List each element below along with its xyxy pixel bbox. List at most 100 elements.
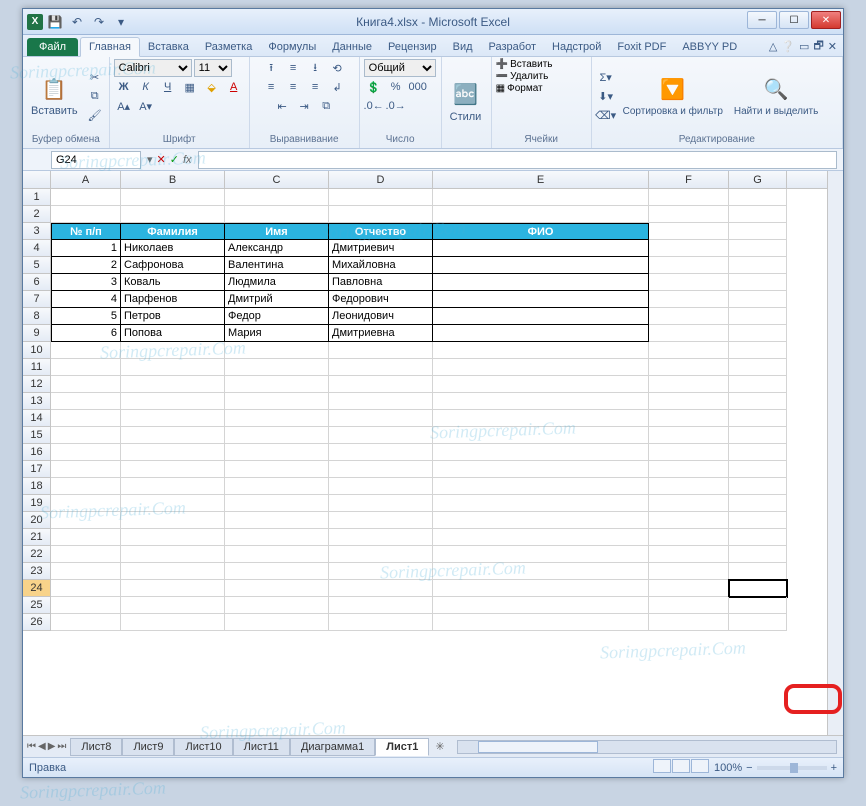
cell-F3[interactable] (649, 223, 729, 240)
ribbon-tab-вставка[interactable]: Вставка (140, 38, 197, 56)
cell-G19[interactable] (729, 495, 787, 512)
cell-C8[interactable]: Федор (225, 308, 329, 325)
row-header[interactable]: 14 (23, 410, 51, 427)
cell-B22[interactable] (121, 546, 225, 563)
wrap-text-button[interactable]: ↲ (327, 78, 347, 96)
cell-D24[interactable] (329, 580, 433, 597)
cell-G1[interactable] (729, 189, 787, 206)
cell-F24[interactable] (649, 580, 729, 597)
cell-E25[interactable] (433, 597, 649, 614)
decrease-decimal-button[interactable]: .0→ (386, 97, 406, 115)
cell-G3[interactable] (729, 223, 787, 240)
column-header-E[interactable]: E (433, 171, 649, 188)
cell-F8[interactable] (649, 308, 729, 325)
cell-A14[interactable] (51, 410, 121, 427)
cell-D16[interactable] (329, 444, 433, 461)
cell-A11[interactable] (51, 359, 121, 376)
cell-F20[interactable] (649, 512, 729, 529)
cell-G20[interactable] (729, 512, 787, 529)
cell-E14[interactable] (433, 410, 649, 427)
ribbon-minimize-icon[interactable]: △ (769, 40, 777, 53)
ribbon-tab-формулы[interactable]: Формулы (260, 38, 324, 56)
cell-E20[interactable] (433, 512, 649, 529)
zoom-in-button[interactable]: + (831, 762, 837, 774)
row-header[interactable]: 12 (23, 376, 51, 393)
cell-F25[interactable] (649, 597, 729, 614)
cell-C5[interactable]: Валентина (225, 257, 329, 274)
cell-A8[interactable]: 5 (51, 308, 121, 325)
row-header[interactable]: 24 (23, 580, 51, 597)
row-header[interactable]: 3 (23, 223, 51, 240)
cell-C7[interactable]: Дмитрий (225, 291, 329, 308)
cell-A18[interactable] (51, 478, 121, 495)
sheet-tab-Лист10[interactable]: Лист10 (174, 738, 232, 756)
cell-B25[interactable] (121, 597, 225, 614)
view-buttons[interactable] (653, 759, 710, 776)
cell-E12[interactable] (433, 376, 649, 393)
ribbon-tab-главная[interactable]: Главная (80, 37, 140, 57)
cell-B8[interactable]: Петров (121, 308, 225, 325)
cell-C21[interactable] (225, 529, 329, 546)
cell-F23[interactable] (649, 563, 729, 580)
cell-B18[interactable] (121, 478, 225, 495)
redo-button[interactable]: ↷ (89, 12, 109, 32)
maximize-button[interactable]: ☐ (779, 11, 809, 29)
cell-C1[interactable] (225, 189, 329, 206)
cell-F5[interactable] (649, 257, 729, 274)
cell-C3[interactable]: Имя (225, 223, 329, 240)
cell-E22[interactable] (433, 546, 649, 563)
row-header[interactable]: 6 (23, 274, 51, 291)
row-header[interactable]: 10 (23, 342, 51, 359)
cell-F22[interactable] (649, 546, 729, 563)
row-header[interactable]: 17 (23, 461, 51, 478)
ribbon-tab-foxit pdf[interactable]: Foxit PDF (609, 38, 674, 56)
cell-F9[interactable] (649, 325, 729, 342)
name-box[interactable]: G24 (51, 151, 141, 169)
cell-E15[interactable] (433, 427, 649, 444)
cell-A17[interactable] (51, 461, 121, 478)
cell-D9[interactable]: Дмитриевна (329, 325, 433, 342)
cell-G23[interactable] (729, 563, 787, 580)
cell-A19[interactable] (51, 495, 121, 512)
currency-button[interactable]: 💲 (364, 78, 384, 96)
cell-A21[interactable] (51, 529, 121, 546)
undo-button[interactable]: ↶ (67, 12, 87, 32)
cell-B5[interactable]: Сафронова (121, 257, 225, 274)
cell-G5[interactable] (729, 257, 787, 274)
horizontal-scrollbar[interactable] (457, 740, 837, 754)
cell-G18[interactable] (729, 478, 787, 495)
cell-B11[interactable] (121, 359, 225, 376)
shrink-font-button[interactable]: A▾ (136, 97, 156, 115)
cell-G16[interactable] (729, 444, 787, 461)
cell-C24[interactable] (225, 580, 329, 597)
font-size-select[interactable]: 11 (194, 59, 232, 77)
cell-E18[interactable] (433, 478, 649, 495)
row-header[interactable]: 1 (23, 189, 51, 206)
new-sheet-button[interactable]: ✳ (429, 740, 450, 753)
italic-button[interactable]: К (136, 78, 156, 96)
row-header[interactable]: 19 (23, 495, 51, 512)
cell-G10[interactable] (729, 342, 787, 359)
row-header[interactable]: 21 (23, 529, 51, 546)
cut-button[interactable]: ✂ (85, 68, 105, 86)
cell-B15[interactable] (121, 427, 225, 444)
cell-C22[interactable] (225, 546, 329, 563)
cell-A5[interactable]: 2 (51, 257, 121, 274)
row-header[interactable]: 4 (23, 240, 51, 257)
tab-nav-last[interactable]: ⏭ (57, 741, 66, 752)
cell-B14[interactable] (121, 410, 225, 427)
cell-C14[interactable] (225, 410, 329, 427)
cell-D17[interactable] (329, 461, 433, 478)
cell-G21[interactable] (729, 529, 787, 546)
cell-D20[interactable] (329, 512, 433, 529)
sheet-tab-Лист1[interactable]: Лист1 (375, 738, 429, 756)
cell-F4[interactable] (649, 240, 729, 257)
cell-D2[interactable] (329, 206, 433, 223)
cell-E26[interactable] (433, 614, 649, 631)
cell-B4[interactable]: Николаев (121, 240, 225, 257)
cell-A6[interactable]: 3 (51, 274, 121, 291)
sheet-tab-Лист8[interactable]: Лист8 (70, 738, 122, 756)
format-painter-button[interactable]: 🖌 (85, 106, 105, 124)
cell-G2[interactable] (729, 206, 787, 223)
cell-A13[interactable] (51, 393, 121, 410)
